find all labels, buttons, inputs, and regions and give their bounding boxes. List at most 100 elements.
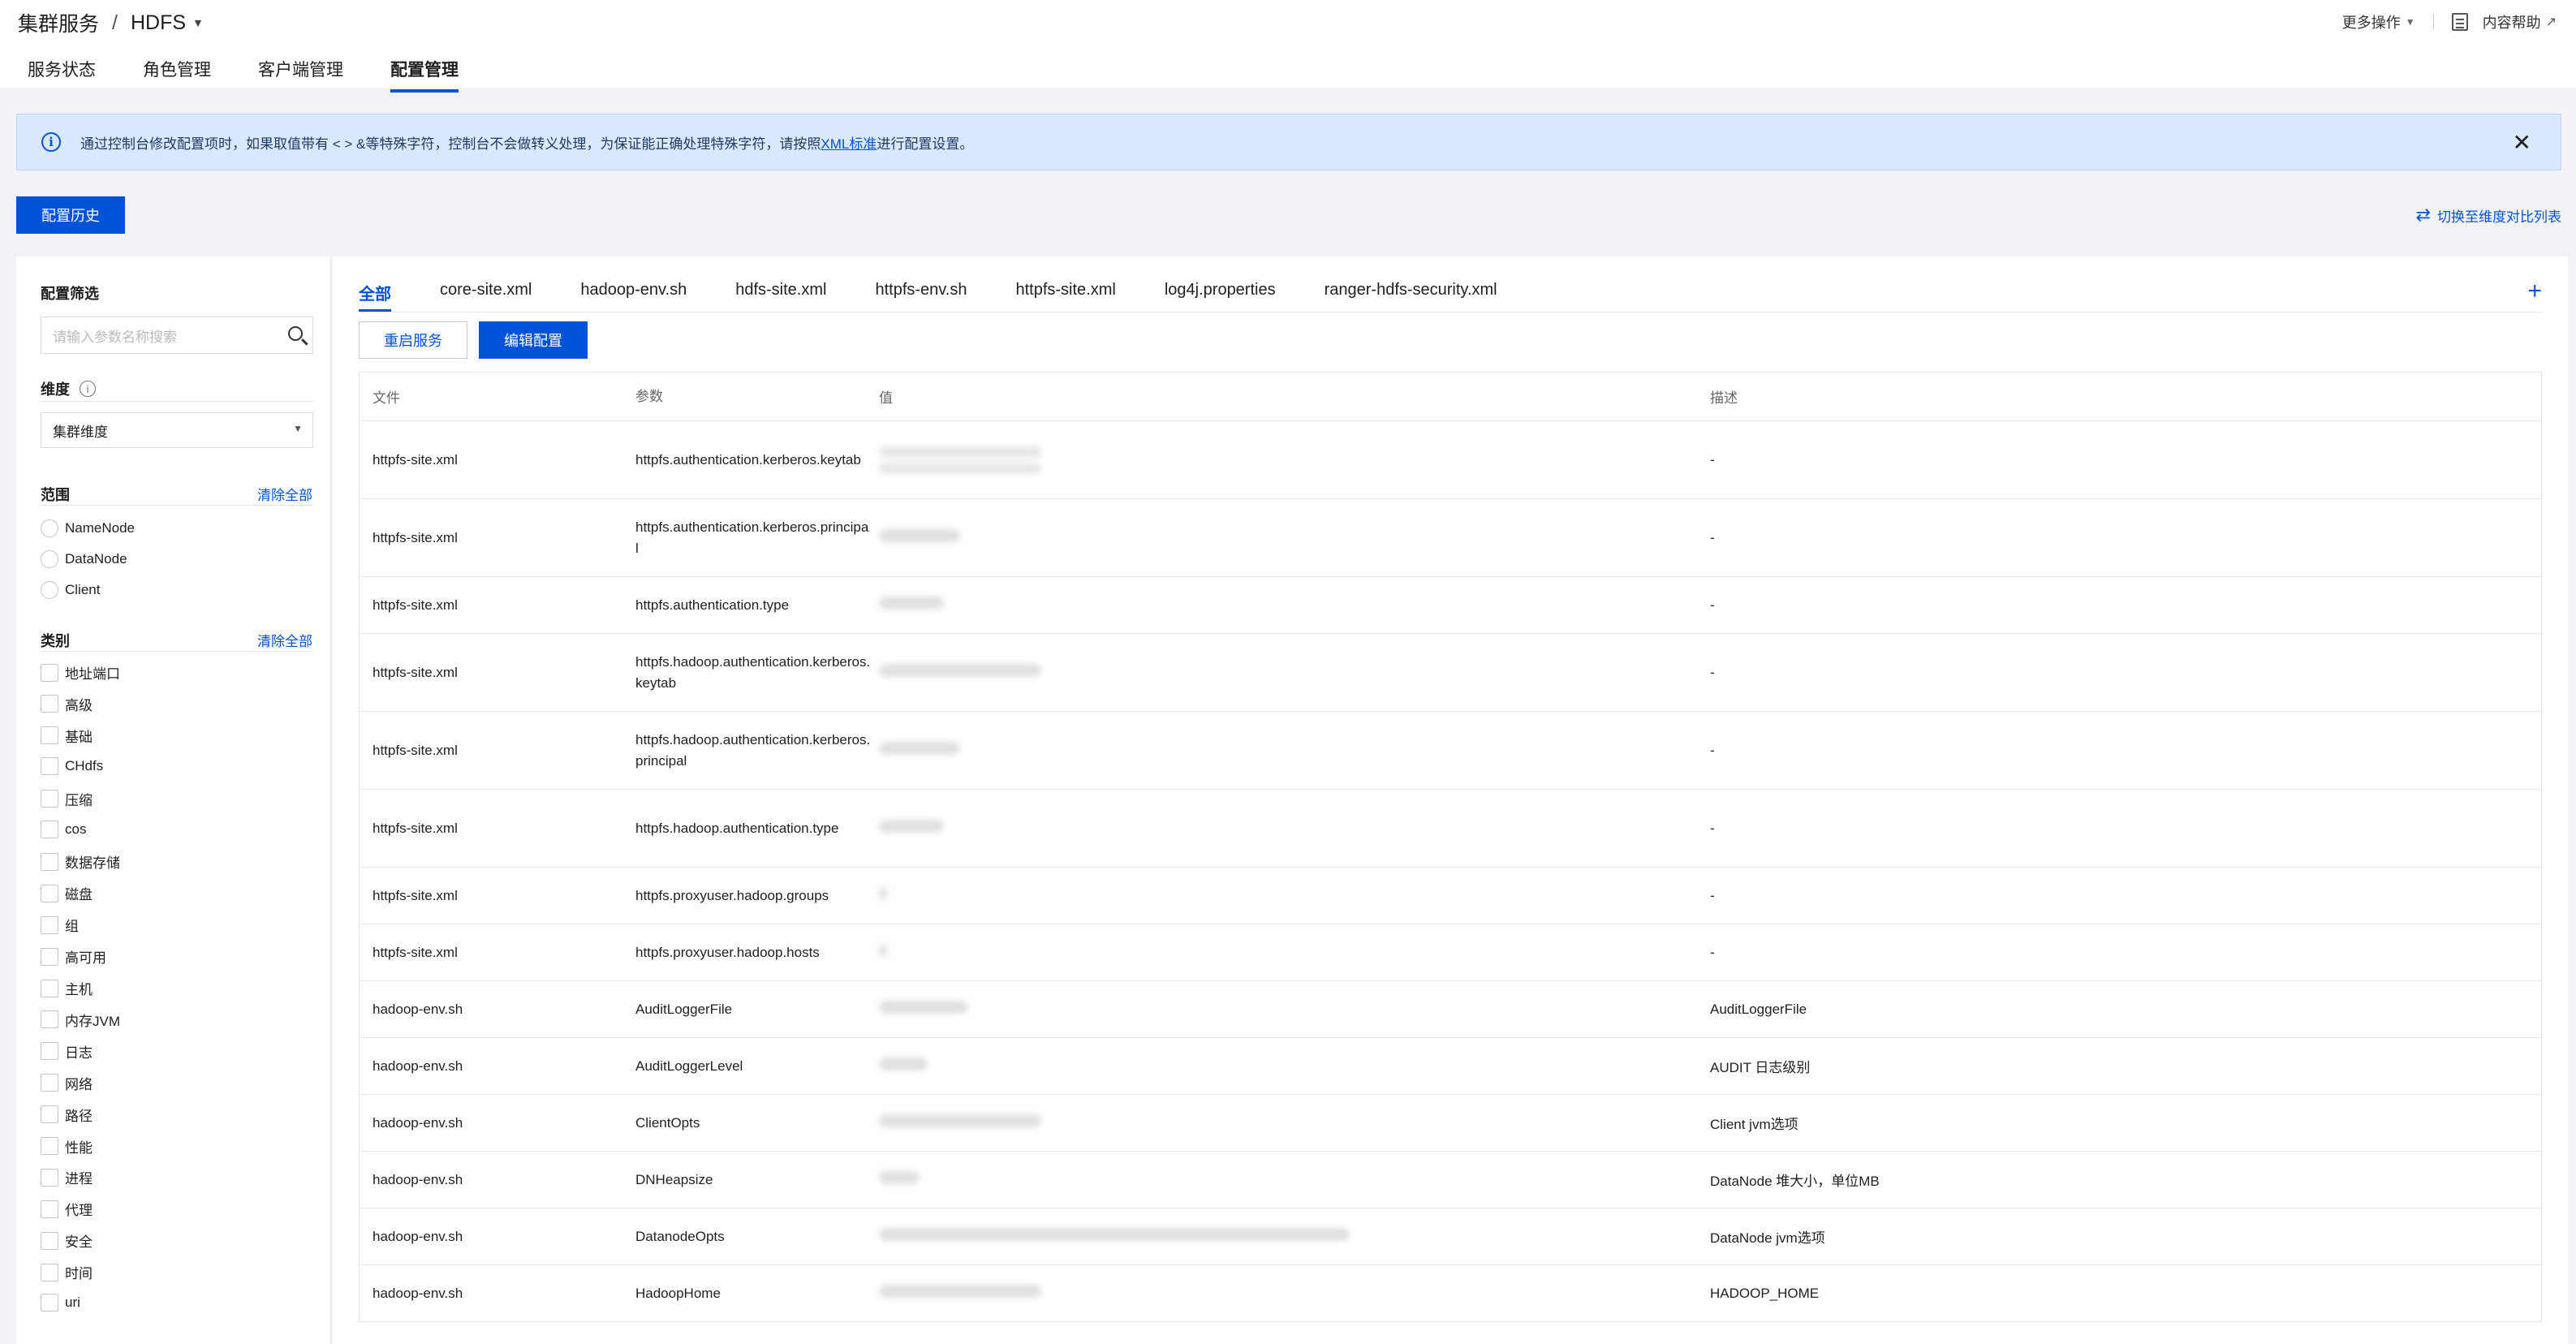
breadcrumb-service[interactable]: HDFS — [131, 11, 186, 35]
table-row[interactable]: hadoop-env.sh AuditLoggerLevel AUDIT 日志级别 — [360, 1038, 2541, 1095]
table-row[interactable]: httpfs-site.xml httpfs.authentication.ker… — [360, 421, 2541, 499]
category-option[interactable]: 高级 — [41, 694, 93, 714]
config-history-button[interactable]: 配置历史 — [16, 196, 125, 234]
category-option[interactable]: 代理 — [41, 1199, 93, 1219]
checkbox[interactable] — [41, 1263, 58, 1282]
category-option[interactable]: 时间 — [41, 1262, 93, 1282]
help-link[interactable]: 内容帮助 — [2483, 11, 2541, 32]
table-row[interactable]: httpfs-site.xml httpfs.proxyuser.hadoop.h… — [360, 924, 2541, 981]
add-icon[interactable]: + — [2527, 278, 2542, 305]
file-tab[interactable]: ranger-hdfs-security.xml — [1325, 281, 1497, 312]
category-option[interactable]: 地址端口 — [41, 662, 120, 683]
tab-item[interactable]: 角色管理 — [143, 57, 211, 93]
param-search-input[interactable]: 请输入参数名称搜索 — [41, 317, 313, 354]
radio-button[interactable] — [41, 519, 58, 537]
table-row[interactable]: httpfs-site.xml httpfs.hadoop.authenticat… — [360, 634, 2541, 712]
scope-option[interactable]: DataNode — [41, 550, 127, 568]
search-icon[interactable] — [288, 326, 303, 341]
file-tab[interactable]: hdfs-site.xml — [735, 281, 826, 312]
file-tab[interactable]: hadoop-env.sh — [580, 281, 687, 312]
checkbox[interactable] — [41, 1105, 58, 1124]
checkbox[interactable] — [41, 790, 58, 808]
category-option[interactable]: 内存JVM — [41, 1010, 120, 1030]
checkbox[interactable] — [41, 884, 58, 902]
file-tab[interactable]: log4j.properties — [1165, 281, 1276, 312]
table-header: 文件 参数 值 描述 — [360, 373, 2541, 421]
edit-config-button[interactable]: 编辑配置 — [479, 321, 588, 359]
checkbox[interactable] — [41, 1042, 58, 1061]
checkbox[interactable] — [41, 1010, 58, 1029]
radio-button[interactable] — [41, 581, 58, 599]
redacted-value — [879, 887, 887, 900]
category-option[interactable]: 进程 — [41, 1167, 93, 1187]
chevron-down-icon[interactable]: ▼ — [192, 16, 204, 29]
category-option[interactable]: 组 — [41, 915, 79, 935]
checkbox[interactable] — [41, 695, 58, 713]
table-row[interactable]: httpfs-site.xml httpfs.proxyuser.hadoop.g… — [360, 868, 2541, 924]
category-option[interactable]: 磁盘 — [41, 883, 93, 903]
notice-text-before: 通过控制台修改配置项时，如果取值带有 < > &等特殊字符，控制台不会做转义处理… — [80, 136, 821, 152]
checkbox[interactable] — [41, 756, 58, 775]
scope-clear-all[interactable]: 清除全部 — [257, 484, 312, 504]
category-clear-all[interactable]: 清除全部 — [257, 630, 312, 650]
category-option[interactable]: 路径 — [41, 1105, 93, 1125]
checkbox[interactable] — [41, 726, 58, 745]
category-option[interactable]: 基础 — [41, 726, 93, 746]
category-option[interactable]: 安全 — [41, 1230, 93, 1251]
tab-item[interactable]: 服务状态 — [28, 57, 96, 93]
checkbox[interactable] — [41, 852, 58, 871]
tab-item[interactable]: 客户端管理 — [258, 57, 343, 93]
scope-option[interactable]: Client — [41, 581, 100, 599]
category-option[interactable]: 日志 — [41, 1041, 93, 1062]
category-option[interactable]: 网络 — [41, 1073, 93, 1093]
category-option[interactable]: 性能 — [41, 1136, 93, 1157]
checkbox[interactable] — [41, 979, 58, 997]
checkbox[interactable] — [41, 1294, 58, 1312]
chevron-down-icon[interactable]: ▼ — [2406, 16, 2415, 28]
category-option[interactable]: 数据存储 — [41, 851, 120, 872]
category-option[interactable]: cos — [41, 820, 86, 838]
table-row[interactable]: httpfs-site.xml httpfs.hadoop.authenticat… — [360, 790, 2541, 868]
external-link-icon[interactable]: ↗ — [2546, 14, 2557, 30]
checkbox[interactable] — [41, 1168, 58, 1187]
table-row[interactable]: hadoop-env.sh DatanodeOpts DataNode jvm选项 — [360, 1208, 2541, 1265]
table-row[interactable]: hadoop-env.sh AuditLoggerFile AuditLoggerF… — [360, 981, 2541, 1038]
close-icon[interactable]: ✕ — [2513, 129, 2531, 156]
breadcrumb-root[interactable]: 集群服务 — [18, 8, 99, 37]
checkbox[interactable] — [41, 1200, 58, 1218]
restart-service-button[interactable]: 重启服务 — [359, 321, 467, 359]
category-option[interactable]: 高可用 — [41, 946, 106, 967]
switch-dimension-link[interactable]: ⇄ 切换至维度对比列表 — [2416, 205, 2561, 226]
category-option[interactable]: 压缩 — [41, 789, 93, 809]
checkbox[interactable] — [41, 947, 58, 966]
file-tab[interactable]: httpfs-env.sh — [875, 281, 967, 312]
checkbox[interactable] — [41, 1137, 58, 1155]
table-row[interactable]: hadoop-env.sh ClientOpts Client jvm选项 — [360, 1095, 2541, 1152]
checkbox[interactable] — [41, 820, 58, 838]
category-option[interactable]: CHdfs — [41, 756, 103, 775]
table-row[interactable]: hadoop-env.sh HadoopHome HADOOP_HOME — [360, 1265, 2541, 1322]
scope-option[interactable]: NameNode — [41, 519, 135, 537]
checkbox[interactable] — [41, 1074, 58, 1092]
dimension-select[interactable]: 集群维度 ▼ — [41, 412, 313, 448]
table-row[interactable]: httpfs-site.xml httpfs.authentication.typ… — [360, 577, 2541, 634]
switch-dimension-label[interactable]: 切换至维度对比列表 — [2437, 205, 2561, 226]
file-tab[interactable]: httpfs-site.xml — [1015, 281, 1115, 312]
xml-standard-link[interactable]: XML标准 — [821, 136, 877, 152]
info-icon[interactable]: i — [80, 381, 96, 397]
more-ops-dropdown[interactable]: 更多操作 — [2342, 11, 2401, 32]
table-row[interactable]: httpfs-site.xml httpfs.authentication.ker… — [360, 499, 2541, 577]
tab-item[interactable]: 配置管理 — [390, 57, 459, 93]
category-option[interactable]: 主机 — [41, 978, 93, 998]
category-option[interactable]: uri — [41, 1294, 80, 1312]
table-row[interactable]: httpfs-site.xml httpfs.hadoop.authenticat… — [360, 712, 2541, 790]
radio-button[interactable] — [41, 550, 58, 568]
table-row[interactable]: hadoop-env.sh DNHeapsize DataNode 堆大小，单位MB — [360, 1152, 2541, 1208]
chevron-down-icon[interactable]: ▼ — [293, 423, 303, 434]
file-tab[interactable]: core-site.xml — [440, 281, 532, 312]
checkbox[interactable] — [41, 1231, 58, 1250]
file-tab[interactable]: 全部 — [359, 281, 391, 312]
document-icon[interactable] — [2451, 13, 2468, 31]
checkbox[interactable] — [41, 663, 58, 682]
checkbox[interactable] — [41, 915, 58, 934]
